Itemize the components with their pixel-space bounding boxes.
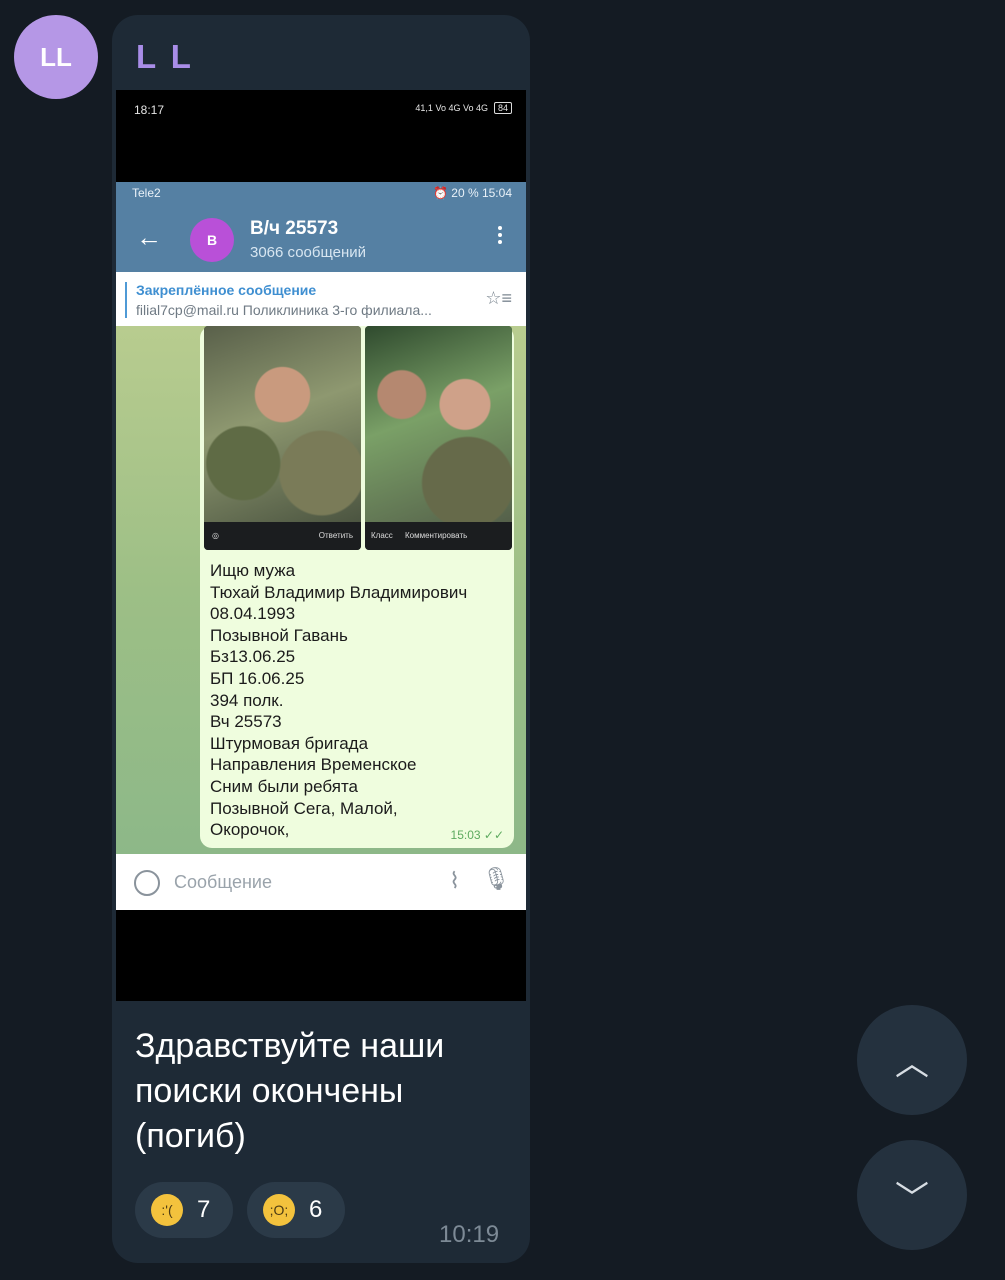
- screenshot-image[interactable]: 18:17 41,1 Vo 4G Vo 4G 84 Tele2 ⏰ 20 % 1…: [116, 90, 526, 1001]
- message-line: БП 16.06.25: [210, 668, 305, 688]
- caption-line: поиски окончены: [135, 1072, 404, 1110]
- message-text: Ищю мужа Тюхай Владимир Владимирович 08.…: [210, 560, 510, 841]
- reply-label: Ответить: [318, 531, 353, 540]
- avatar-initials: LL: [40, 41, 72, 72]
- back-arrow-icon: ←: [136, 222, 162, 252]
- message-line: Направления Временское: [210, 755, 417, 775]
- channel-avatar: В: [190, 218, 234, 262]
- photo-2: Класс Комментировать: [365, 326, 512, 550]
- sender-avatar[interactable]: LL: [14, 15, 98, 99]
- message-line: Вч 25573: [210, 712, 282, 732]
- chat-background: ◎ Ответить Класс Комментировать Ищю мужа…: [116, 326, 526, 854]
- attach-icon: ⌇: [449, 868, 460, 893]
- phone-status-bar: 18:17 41,1 Vo 4G Vo 4G 84: [116, 90, 526, 130]
- message-line: 394 полк.: [210, 690, 284, 710]
- message-line: Сним были ребята: [210, 776, 359, 796]
- forwarded-message: ◎ Ответить Класс Комментировать Ищю мужа…: [200, 326, 514, 848]
- carrier-label: Tele2: [132, 186, 161, 200]
- message-caption: Здравствуйте наши поиски окончены (погиб…: [135, 1024, 515, 1159]
- pinned-title: Закреплённое сообщение: [136, 282, 317, 298]
- camera-icon: ◎: [212, 531, 219, 540]
- inner-time-text: 15:03: [450, 828, 481, 842]
- battery-icon: 84: [493, 102, 512, 114]
- message-time: 10:19: [439, 1221, 500, 1248]
- status-right: ⏰ 20 % 15:04: [433, 186, 512, 200]
- chevron-up-icon: ︿: [895, 1044, 929, 1083]
- compose-placeholder: Сообщение: [174, 872, 272, 892]
- message-line: Штурмовая бригада: [210, 733, 369, 753]
- loudly-crying-face-icon: ;O;: [263, 1194, 295, 1226]
- message-line: Ищю мужа: [210, 561, 296, 580]
- reaction-count: 6: [309, 1196, 323, 1223]
- signal-text: 41,1 Vo 4G Vo 4G: [415, 103, 488, 113]
- soldier-photo: [204, 326, 361, 522]
- scroll-up-button[interactable]: ︿: [857, 1005, 967, 1115]
- photo-album: ◎ Ответить Класс Комментировать: [204, 326, 512, 550]
- caption-line: Здравствуйте наши: [135, 1027, 445, 1065]
- inner-message-time: 15:03 ✓✓: [451, 828, 504, 842]
- phone-time: 18:17: [134, 103, 165, 117]
- telegram-status-bar: Tele2 ⏰ 20 % 15:04: [116, 182, 526, 204]
- reaction-sobbing[interactable]: ;O; 6: [247, 1182, 345, 1238]
- message-line: Позывной Гавань: [210, 625, 348, 645]
- emoji-icon: [134, 870, 160, 896]
- channel-initial: В: [206, 232, 218, 248]
- comment-label: Комментировать: [405, 531, 468, 540]
- channel-name: В/ч 25573: [250, 218, 339, 239]
- pinned-text: filial7cp@mail.ru Поликлиника 3-го филиа…: [136, 302, 432, 318]
- message-line: Тюхай Владимир Владимирович: [210, 582, 468, 602]
- message-line: Позывной Сега, Малой,: [210, 798, 398, 818]
- class-label: Класс: [371, 531, 393, 540]
- more-options-icon: [498, 226, 502, 247]
- crying-face-icon: :'(: [151, 1194, 183, 1226]
- reaction-crying[interactable]: :'( 7: [135, 1182, 233, 1238]
- read-checks-icon: ✓✓: [483, 828, 504, 842]
- channel-subtitle: 3066 сообщений: [250, 244, 367, 261]
- message-line: Бз13.06.25: [210, 647, 296, 667]
- reaction-count: 7: [197, 1196, 211, 1223]
- mic-icon: 🎙: [482, 866, 510, 891]
- soldiers-photo: [365, 326, 512, 522]
- pin-list-icon: ☆≡: [485, 288, 512, 308]
- pinned-message: Закреплённое сообщение filial7cp@mail.ru…: [116, 272, 526, 326]
- photo-1: ◎ Ответить: [204, 326, 361, 550]
- scroll-down-button[interactable]: ﹀: [857, 1140, 967, 1250]
- compose-bar: Сообщение ⌇ 🎙: [116, 854, 526, 910]
- channel-header: ← В В/ч 25573 3066 сообщений: [116, 204, 526, 272]
- pinned-bar: [125, 282, 127, 318]
- photo-1-bar: ◎ Ответить: [204, 522, 361, 550]
- caption-line: (погиб): [135, 1117, 246, 1155]
- chevron-down-icon: ﹀: [895, 1179, 929, 1218]
- sender-name[interactable]: L L: [136, 38, 194, 76]
- phone-status-icons: 41,1 Vo 4G Vo 4G 84: [415, 102, 512, 114]
- photo-2-bar: Класс Комментировать: [365, 522, 512, 550]
- message-line: 08.04.1993: [210, 604, 296, 624]
